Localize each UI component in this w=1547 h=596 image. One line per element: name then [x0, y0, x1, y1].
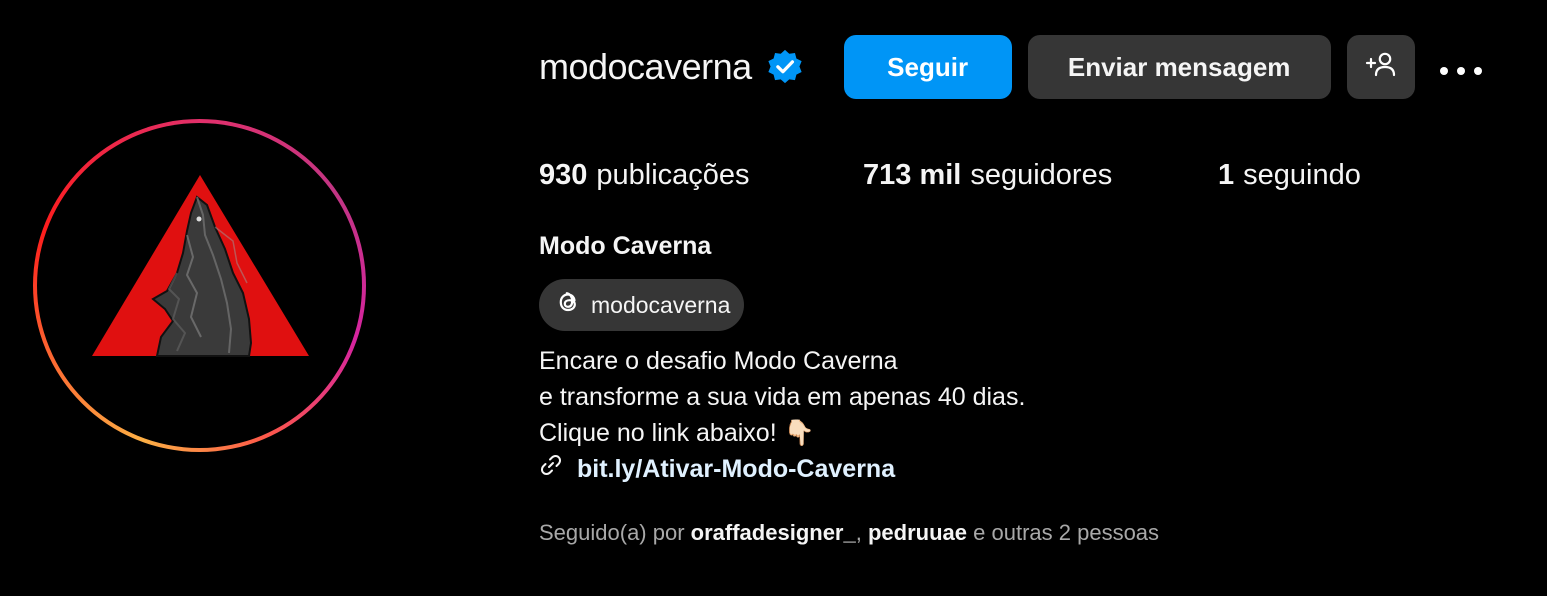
- followers-count-value: 713 mil: [863, 158, 962, 191]
- followed-by-prefix: Seguido(a) por: [539, 520, 685, 545]
- followed-by-user-2[interactable]: pedruuae: [868, 520, 967, 545]
- threads-profile-link[interactable]: modocaverna: [539, 279, 745, 331]
- following-count-link[interactable]: 1 seguindo: [1218, 159, 1361, 192]
- more-options-button[interactable]: [1431, 35, 1491, 99]
- following-count-label: seguindo: [1243, 158, 1361, 191]
- threads-icon: [553, 287, 583, 323]
- following-count-value: 1: [1218, 158, 1235, 191]
- profile-page: modocaverna Seguir Enviar mensagem 930 p…: [0, 0, 1547, 596]
- profile-avatar[interactable]: [33, 119, 366, 452]
- posts-count-label: publicações: [596, 158, 750, 191]
- followed-by-separator: ,: [855, 520, 862, 545]
- followed-by-user-1[interactable]: oraffadesigner_: [691, 520, 856, 545]
- verified-badge-icon: [766, 48, 804, 86]
- bio-link-row[interactable]: bit.ly/Ativar-Modo-Caverna: [539, 451, 1025, 487]
- profile-stats: 930 publicações 713 mil seguidores 1 seg…: [539, 155, 1361, 195]
- followers-count-label: seguidores: [970, 158, 1113, 191]
- threads-handle: modocaverna: [591, 291, 731, 318]
- more-horizontal-icon: [1439, 52, 1483, 83]
- bio-line-3: Clique no link abaixo! 👇🏻: [539, 419, 815, 447]
- profile-username: modocaverna: [539, 46, 752, 87]
- suggested-users-button[interactable]: [1346, 35, 1415, 99]
- bio-line-1: Encare o desafio Modo Caverna: [539, 347, 898, 375]
- avatar-image: [37, 123, 362, 448]
- profile-display-name: Modo Caverna: [539, 232, 712, 260]
- send-message-button[interactable]: Enviar mensagem: [1027, 35, 1331, 99]
- followers-count-link[interactable]: 713 mil seguidores: [863, 159, 1218, 192]
- bio-external-link[interactable]: bit.ly/Ativar-Modo-Caverna: [577, 451, 895, 487]
- follow-button[interactable]: Seguir: [843, 35, 1012, 99]
- followed-by-suffix: e outras 2 pessoas: [973, 520, 1160, 545]
- add-user-icon: [1365, 51, 1397, 84]
- link-icon: [539, 451, 563, 487]
- profile-bio: Encare o desafio Modo Caverna e transfor…: [539, 343, 1025, 487]
- posts-count-value: 930: [539, 158, 588, 191]
- wolf-triangle-logo: [92, 175, 309, 357]
- posts-count: 930 publicações: [539, 159, 863, 192]
- followed-by-text[interactable]: Seguido(a) por oraffadesigner_, pedruuae…: [539, 520, 1159, 546]
- bio-line-2: e transforme a sua vida em apenas 40 dia…: [539, 383, 1026, 411]
- profile-header: modocaverna Seguir Enviar mensagem: [539, 35, 1491, 99]
